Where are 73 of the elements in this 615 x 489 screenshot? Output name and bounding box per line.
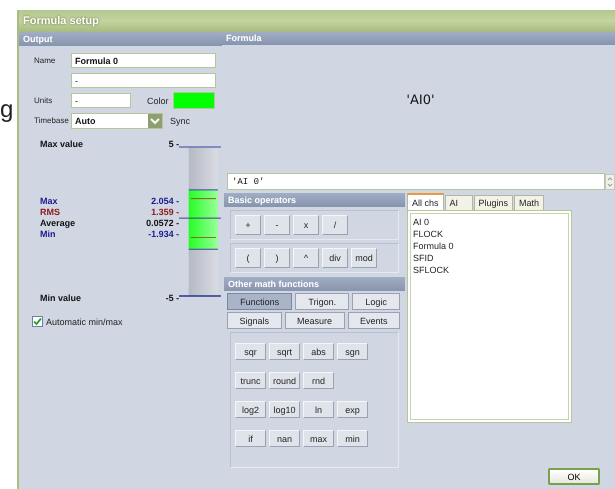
checkbox[interactable] — [32, 316, 43, 327]
operator-button[interactable]: ( — [235, 248, 261, 268]
category-tab[interactable]: Events — [348, 312, 400, 329]
background-text: g — [0, 96, 14, 124]
operator-button[interactable]: div — [322, 248, 348, 268]
section-title: Formula — [226, 33, 262, 44]
channel-item[interactable]: SFLOCK — [413, 264, 566, 276]
category-tab[interactable]: Functions — [227, 293, 292, 310]
operator-button[interactable]: x — [293, 215, 319, 235]
spinner-icon[interactable] — [605, 174, 615, 190]
function-button[interactable]: if — [235, 430, 266, 447]
channel-tab[interactable]: All chs — [407, 193, 444, 210]
operator-button[interactable]: + — [235, 215, 261, 235]
operator-button[interactable]: ) — [264, 248, 290, 268]
channel-tab[interactable]: Plugins — [474, 195, 514, 210]
channel-item[interactable]: SFID — [413, 252, 566, 264]
stat-value: -1.934 - — [148, 228, 180, 240]
formula-input[interactable]: 'AI 0' — [227, 173, 605, 190]
color-swatch[interactable] — [172, 92, 215, 109]
stat-label: Min — [40, 228, 56, 240]
channel-item[interactable]: AI 0 — [413, 216, 566, 228]
formula-preview: 'AI0' — [406, 93, 435, 108]
function-button[interactable]: log2 — [235, 401, 266, 418]
channel-tab[interactable]: Math — [514, 195, 544, 210]
channel-item[interactable]: FLOCK — [413, 228, 566, 240]
operator-button[interactable]: mod — [351, 248, 377, 268]
category-tab[interactable]: Signals — [227, 312, 282, 329]
name-field[interactable]: Formula 0 — [71, 53, 216, 68]
function-button[interactable]: sgn — [337, 343, 368, 360]
checkbox-label: Automatic min/max — [46, 316, 123, 326]
scale-value: 5 - — [168, 139, 180, 150]
description-field[interactable]: - — [71, 73, 216, 88]
operator-button[interactable]: / — [322, 215, 348, 235]
field-label: Sync — [170, 116, 190, 126]
function-button[interactable]: ln — [303, 401, 334, 418]
function-button[interactable]: sqrt — [269, 343, 300, 360]
function-button[interactable]: nan — [269, 430, 300, 447]
field-label: Name — [34, 56, 56, 65]
channel-tab[interactable]: AI — [444, 195, 473, 210]
category-tab[interactable]: Measure — [284, 312, 345, 329]
category-tab[interactable]: Trigon. — [295, 293, 350, 310]
group-title: Basic operators — [228, 195, 296, 205]
stat-label: Max — [40, 196, 58, 206]
stat-value: 2.054 - — [151, 196, 180, 206]
field-label: Timebase — [34, 116, 70, 125]
channel-item[interactable]: Formula 0 — [413, 240, 566, 252]
function-button[interactable]: max — [303, 430, 334, 447]
field-label: Color — [147, 96, 169, 106]
function-button[interactable]: min — [337, 430, 368, 447]
operator-button[interactable]: ^ — [293, 248, 319, 268]
stat-label: RMS — [40, 206, 60, 218]
function-button[interactable]: abs — [303, 343, 334, 360]
stat-value: 1.359 - — [151, 206, 180, 218]
window-title: Formula setup — [23, 15, 99, 27]
function-button[interactable]: rnd — [303, 372, 334, 389]
max-value-label: Max value — [40, 139, 84, 150]
ok-button[interactable]: OK — [548, 468, 600, 485]
function-button[interactable]: exp — [337, 401, 368, 418]
group-title: Other math functions — [228, 279, 320, 289]
min-value-label: Min value — [40, 293, 82, 304]
function-button[interactable]: trunc — [235, 372, 266, 389]
stat-label: Average — [40, 218, 76, 228]
stat-value: 0.0572 - — [146, 218, 180, 228]
timebase-dropdown[interactable]: Auto — [71, 112, 163, 128]
units-field[interactable]: - — [71, 93, 131, 108]
operator-button[interactable]: - — [264, 215, 290, 235]
function-button[interactable]: round — [269, 372, 300, 389]
field-label: Units — [34, 96, 54, 105]
function-button[interactable]: log10 — [269, 401, 300, 418]
category-tab[interactable]: Logic — [352, 293, 400, 310]
function-button[interactable]: sqr — [235, 343, 266, 360]
section-title: Output — [23, 34, 52, 44]
scale-value: -5 - — [166, 293, 180, 304]
